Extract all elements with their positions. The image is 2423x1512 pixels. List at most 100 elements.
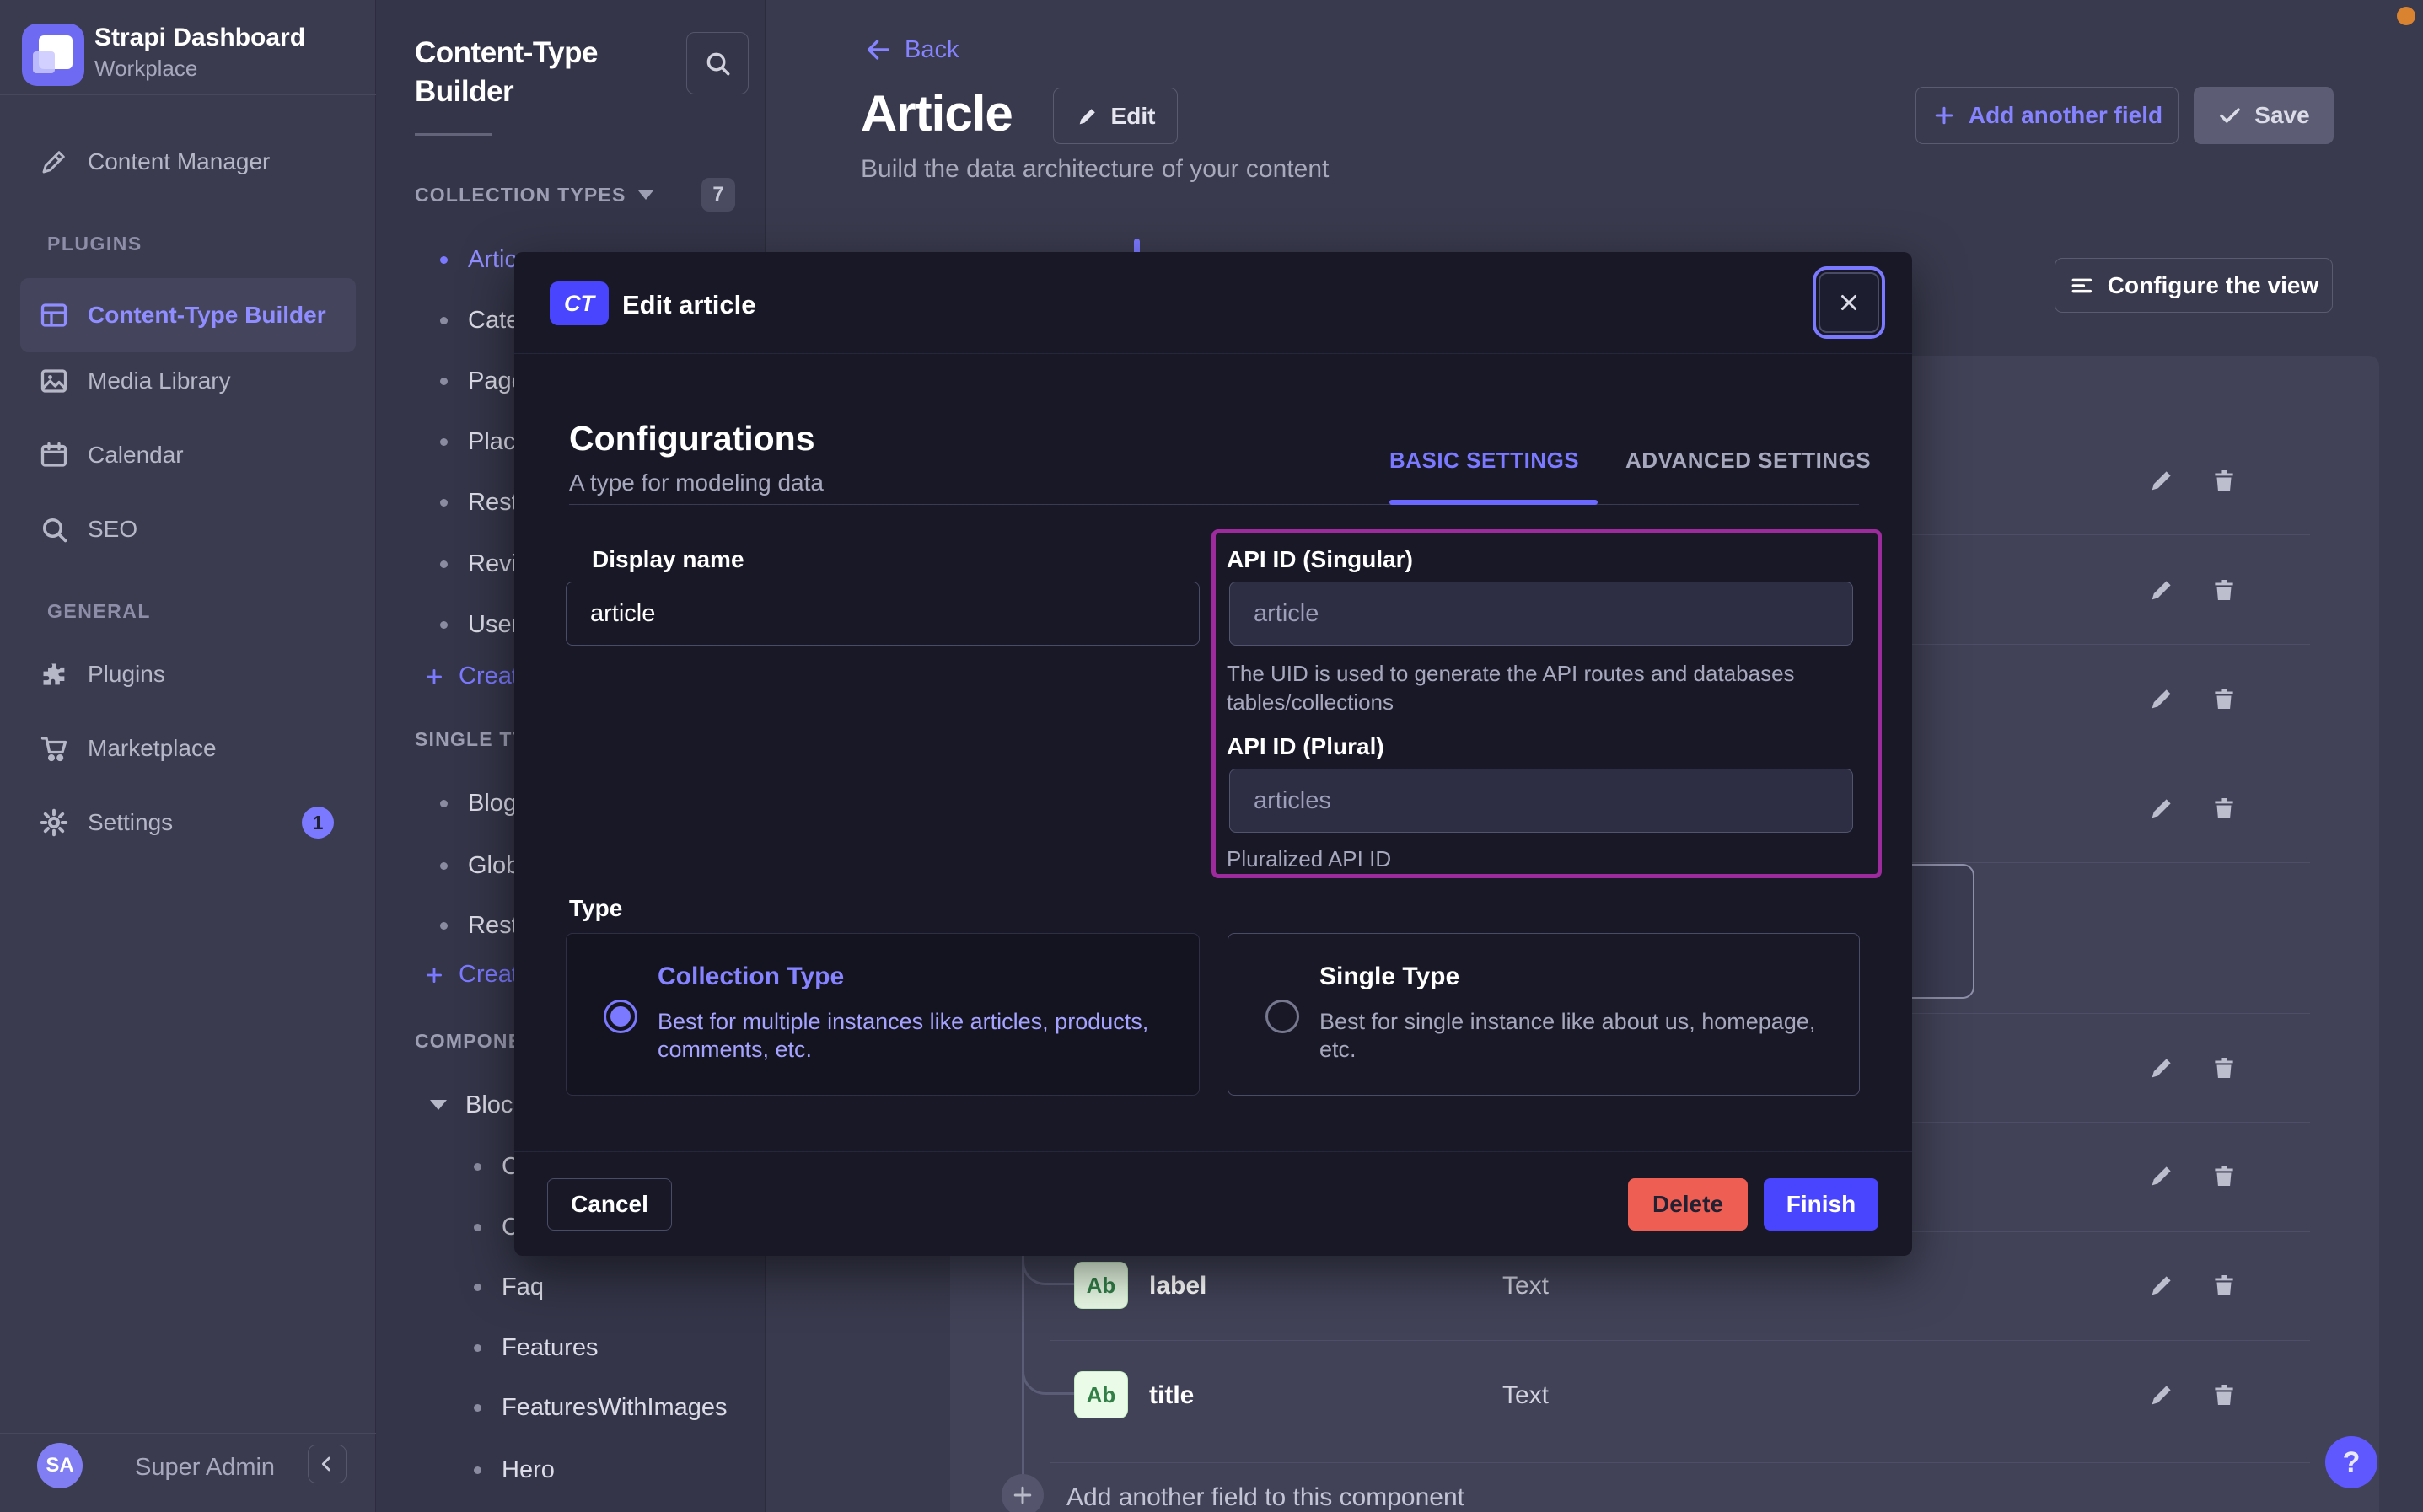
trash-icon[interactable] (2210, 1161, 2238, 1190)
sidebar-item-settings[interactable]: Settings 1 (20, 785, 356, 860)
pencil-icon[interactable] (2147, 794, 2176, 823)
trash-icon[interactable] (2210, 576, 2238, 604)
subnav-item[interactable]: FeaturesWithImages (415, 1387, 766, 1428)
content-type-badge: CT (550, 281, 609, 325)
collection-type-option[interactable]: Collection Type Best for multiple instan… (566, 933, 1200, 1096)
api-id-singular-help: The UID is used to generate the API rout… (1227, 659, 1851, 716)
settings-badge: 1 (302, 807, 334, 839)
bullet-icon (440, 499, 448, 507)
single-type-option[interactable]: Single Type Best for single instance lik… (1228, 933, 1860, 1096)
group-single-types[interactable]: SINGLE TY (415, 728, 526, 751)
filter-lines-icon (2069, 272, 2096, 299)
help-button[interactable]: ? (2325, 1436, 2377, 1488)
trash-icon[interactable] (2210, 1271, 2238, 1300)
bullet-icon (474, 1163, 481, 1171)
sidebar-item-calendar[interactable]: Calendar (20, 418, 356, 492)
text-field-badge: Ab (1074, 1371, 1128, 1418)
modal-title: Edit article (622, 290, 756, 320)
group-collection-types[interactable]: COLLECTION TYPES (415, 184, 653, 206)
tab-advanced-settings[interactable]: ADVANCED SETTINGS (1625, 448, 1871, 474)
pencil-icon[interactable] (2147, 684, 2176, 713)
field-row-actions (2147, 1271, 2265, 1300)
close-icon (1836, 290, 1862, 315)
group-label: COMPONE (415, 1030, 522, 1053)
edit-button[interactable]: Edit (1053, 88, 1178, 144)
save-label: Save (2254, 102, 2309, 129)
row-divider (1050, 1462, 2310, 1463)
bullet-icon (440, 800, 448, 807)
sidebar-item-content-manager[interactable]: Content Manager (20, 125, 356, 199)
sidebar-item-media-library[interactable]: Media Library (20, 344, 356, 418)
subnav-item[interactable]: Features (415, 1327, 766, 1368)
subnav-item[interactable]: Hero (415, 1450, 766, 1490)
sidebar-item-marketplace[interactable]: Marketplace (20, 711, 356, 785)
section-label-plugins: PLUGINS (47, 233, 142, 255)
tab-basic-settings[interactable]: BASIC SETTINGS (1389, 448, 1579, 474)
sidebar-item-label: Media Library (88, 367, 231, 394)
option-description: Best for multiple instances like article… (658, 1008, 1155, 1064)
subnav-item-label: Plac (468, 428, 515, 456)
modal-header: CT Edit article (514, 252, 1912, 354)
sidebar-item-plugins[interactable]: Plugins (20, 637, 356, 711)
subnav-item-label: Cate (468, 307, 519, 335)
trash-icon[interactable] (2210, 794, 2238, 823)
pencil-icon[interactable] (2147, 466, 2176, 495)
api-id-plural-input[interactable] (1229, 769, 1853, 833)
strapi-logo[interactable] (22, 24, 84, 86)
chevron-down-icon (638, 190, 653, 200)
sidebar-item-label: Calendar (88, 442, 184, 469)
arrow-left-icon (864, 35, 893, 64)
chevron-left-icon (315, 1452, 339, 1476)
radio-unselected-icon[interactable] (1265, 1000, 1299, 1033)
subnav-item[interactable]: Faq (415, 1267, 766, 1307)
divider (0, 1433, 376, 1434)
cancel-button[interactable]: Cancel (547, 1178, 672, 1231)
pencil-icon[interactable] (2147, 1381, 2176, 1409)
check-icon (2217, 103, 2243, 128)
avatar[interactable]: SA (37, 1443, 83, 1488)
sidebar-item-seo[interactable]: SEO (20, 492, 356, 566)
group-components[interactable]: COMPONE (415, 1030, 522, 1053)
grid-icon (20, 300, 88, 330)
add-field-row-label[interactable]: Add another field to this component (1066, 1483, 1464, 1512)
option-description: Best for single instance like about us, … (1319, 1008, 1842, 1064)
bullet-icon (440, 560, 448, 568)
back-link[interactable]: Back (864, 35, 959, 64)
puzzle-icon (20, 659, 88, 689)
delete-button[interactable]: Delete (1628, 1178, 1748, 1231)
close-button[interactable] (1819, 272, 1879, 333)
api-id-singular-input[interactable] (1229, 582, 1853, 646)
pencil-icon[interactable] (2147, 1054, 2176, 1082)
pencil-icon[interactable] (2147, 576, 2176, 604)
collection-count-badge: 7 (701, 178, 735, 212)
subnav-item-label: Rest (468, 489, 518, 517)
sidebar-item-label: Marketplace (88, 735, 217, 762)
plus-icon (1931, 103, 1957, 128)
sidebar-item-content-type-builder[interactable]: Content-Type Builder (20, 278, 356, 352)
add-field-circle-button[interactable] (1002, 1474, 1044, 1512)
page-title: Article (861, 84, 1013, 142)
add-field-label: Add another field (1969, 102, 2162, 129)
edit-article-modal: CT Edit article Configurations A type fo… (514, 252, 1912, 1256)
pencil-icon[interactable] (2147, 1161, 2176, 1190)
trash-icon[interactable] (2210, 1054, 2238, 1082)
search-icon (20, 514, 88, 544)
finish-button[interactable]: Finish (1764, 1178, 1878, 1231)
api-id-singular-label: API ID (Singular) (1227, 546, 1413, 573)
configure-view-button[interactable]: Configure the view (2055, 258, 2333, 313)
save-button[interactable]: Save (2194, 87, 2334, 144)
search-button[interactable] (686, 32, 749, 94)
pencil-icon[interactable] (2147, 1271, 2176, 1300)
subnav-item-label: Revi (468, 550, 517, 578)
trash-icon[interactable] (2210, 684, 2238, 713)
trash-icon[interactable] (2210, 466, 2238, 495)
subnav-title: Content-Type Builder (415, 34, 668, 111)
collapse-sidebar-button[interactable] (308, 1445, 347, 1483)
add-another-field-button[interactable]: Add another field (1915, 87, 2179, 144)
workspace-label: Workplace (94, 56, 197, 82)
display-name-input[interactable] (566, 582, 1200, 646)
app-title: Strapi Dashboard (94, 24, 305, 52)
trash-icon[interactable] (2210, 1381, 2238, 1409)
radio-selected-icon[interactable] (604, 1000, 637, 1033)
subnav-item-label: Artic (468, 246, 517, 274)
